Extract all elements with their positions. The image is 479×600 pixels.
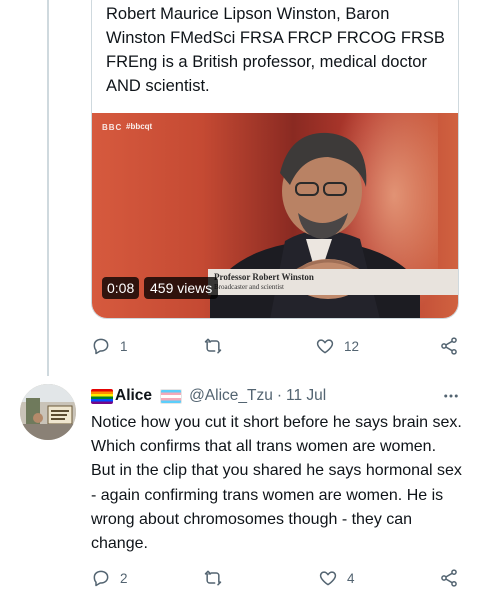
avatar[interactable]	[20, 384, 76, 440]
quoted-tweet-text: Robert Maurice Lipson Winston, Baron Win…	[106, 5, 445, 95]
retweet-button[interactable]	[203, 334, 232, 358]
more-icon	[444, 394, 458, 398]
retweet-icon	[204, 338, 222, 354]
like-icon	[319, 571, 337, 586]
reply-tweet-text: Notice how you cut it short before he sa…	[91, 414, 462, 553]
reply-count: 1	[120, 338, 128, 354]
quoted-tweet-actions: 1 12	[91, 334, 461, 358]
caption-speaker-role: Broadcaster and scientist	[214, 283, 284, 291]
user-handle[interactable]: @Alice_Tzu	[189, 387, 273, 405]
reply-icon	[93, 338, 109, 355]
reply-button[interactable]: 1	[91, 334, 128, 358]
retweet-button[interactable]	[203, 566, 232, 590]
video-player[interactable]: BBC #bbcqt Professor Robert Winston Broa…	[92, 113, 458, 318]
video-view-count: 459 views	[144, 277, 219, 299]
reply-tweet-actions: 2 4	[91, 566, 461, 590]
reply-button[interactable]: 2	[91, 566, 128, 590]
caption-speaker-name: Professor Robert Winston	[214, 272, 314, 282]
share-button[interactable]	[439, 334, 459, 358]
like-icon	[316, 339, 334, 354]
like-button[interactable]: 12	[315, 334, 359, 358]
share-icon	[441, 337, 457, 355]
reply-count: 2	[120, 570, 128, 586]
video-hashtag: #bbcqt	[126, 122, 153, 131]
video-timestamp: 0:08	[102, 277, 140, 299]
rainbow-flag-icon	[91, 388, 113, 404]
header-separator: ·	[276, 387, 283, 404]
like-button[interactable]: 4	[318, 566, 355, 590]
reply-icon	[93, 570, 109, 587]
thread-connector-line	[47, 0, 49, 376]
avatar-photo	[20, 384, 76, 440]
display-name[interactable]: Alice	[115, 387, 152, 405]
share-icon	[441, 569, 457, 587]
share-button[interactable]	[439, 566, 459, 590]
like-count: 12	[344, 338, 360, 354]
quoted-tweet-card[interactable]: Robert Maurice Lipson Winston, Baron Win…	[91, 0, 459, 319]
reply-header: Alice @Alice_Tzu · 11 Jul	[91, 385, 326, 407]
like-count: 4	[347, 570, 355, 586]
trans-flag-icon	[160, 388, 183, 404]
more-options-button[interactable]	[440, 385, 462, 407]
tweet-date[interactable]: 11 Jul	[286, 387, 326, 405]
channel-logo: BBC	[102, 123, 123, 132]
retweet-icon	[204, 570, 222, 586]
